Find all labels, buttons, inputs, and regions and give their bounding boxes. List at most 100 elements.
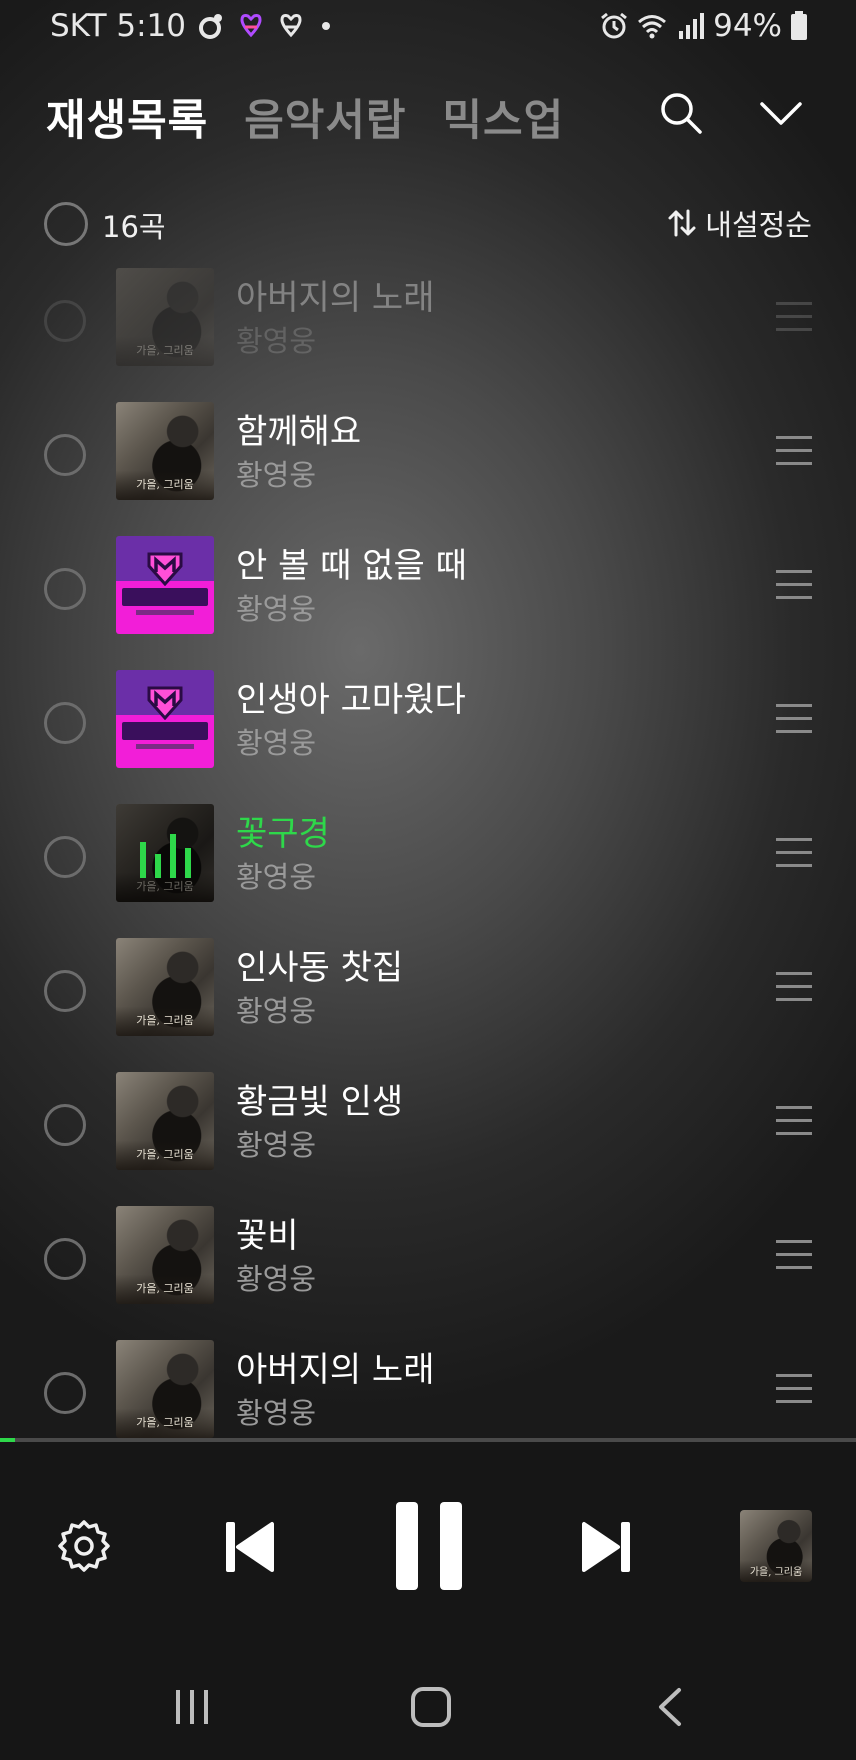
track-row[interactable]: 가을, 그리움 함께해요황영웅 [0,388,856,522]
drag-handle-icon[interactable] [776,568,812,602]
alarm-icon [601,12,628,39]
track-checkbox[interactable] [44,1238,86,1280]
track-checkbox[interactable] [44,1104,86,1146]
camera-badge-icon [199,14,223,39]
album-art [116,536,214,634]
search-icon[interactable] [658,90,704,136]
track-artist: 황영웅 [236,592,317,626]
track-artist: 황영웅 [236,860,317,894]
tab-bar: 재생목록 음악서랍 믹스업 [46,86,564,148]
carrier-time: SKT 5:10 [50,8,187,44]
track-count: 16곡 [102,210,166,244]
track-row[interactable]: 가을, 그리움 황금빛 인생 황영웅 [0,1058,856,1192]
track-row[interactable]: 인생아 고마웠다황영웅 [0,656,856,790]
album-art: 가을, 그리움 [116,402,214,500]
track-artist: 황영웅 [236,324,317,358]
track-title: 아버지의 노래 [236,278,435,318]
track-artist: 황영웅 [236,726,317,760]
album-art [116,670,214,768]
track-title: 함께해요 [236,412,362,452]
dot-icon [322,22,331,30]
status-left: SKT 5:10 [50,8,331,44]
drag-handle-icon[interactable] [776,1238,812,1272]
album-art: 가을, 그리움 [116,938,214,1036]
track-checkbox[interactable] [44,970,86,1012]
previous-icon[interactable] [224,1520,274,1574]
track-artist: 황영웅 [236,458,317,492]
album-caption: 가을, 그리움 [136,1014,194,1027]
album-caption: 가을, 그리움 [136,1416,194,1429]
track-artist: 황영웅 [236,1128,317,1162]
show-logo-subtitle-block [136,610,194,615]
tab-playlist[interactable]: 재생목록 [46,86,208,148]
track-title: 인생아 고마웠다 [236,680,466,720]
sort-button[interactable]: 내설정순 [667,202,812,244]
tab-mixup[interactable]: 믹스업 [443,86,565,148]
heart-link-icon [280,14,302,38]
album-art: 가을, 그리움 [116,1340,214,1438]
tab-music-drawer[interactable]: 음악서랍 [244,86,406,148]
show-logo-text-block [122,588,208,606]
track-list: 가을, 그리움 아버지의 노래 황영웅 가을, 그리움 함께해요 황영웅 안 볼 때 없을 … [0,268,856,1440]
select-all-checkbox[interactable] [44,202,88,246]
heart-link-icon [240,14,262,38]
list-header: 16곡 내설정순 [44,200,812,248]
track-title: 꽃구경 [236,814,330,854]
drag-handle-icon[interactable] [776,970,812,1004]
album-caption: 가을, 그리움 [136,1148,194,1161]
sort-icon [668,209,696,237]
track-checkbox[interactable] [44,300,86,342]
album-thumbnail[interactable]: 가을, 그리움 [740,1510,812,1582]
player-controls: 가을, 그리움 [0,1442,856,1642]
drag-handle-icon[interactable] [776,300,812,334]
status-bar: SKT 5:10 94% [0,0,856,56]
album-caption: 가을, 그리움 [136,344,194,357]
drag-handle-icon[interactable] [776,1104,812,1138]
track-artist: 황영웅 [236,1262,317,1296]
home-icon[interactable] [410,1686,452,1728]
equalizer-icon [140,834,191,878]
wifi-icon [638,15,667,39]
battery-icon [791,11,807,40]
album-caption: 가을, 그리움 [136,1282,194,1295]
drag-handle-icon[interactable] [776,434,812,468]
drag-handle-icon[interactable] [776,702,812,736]
track-row[interactable]: 가을, 그리움 아버지의 노래황영웅 [0,268,856,388]
track-title: 꽃비 [236,1216,299,1256]
drag-handle-icon[interactable] [776,836,812,870]
track-row[interactable]: 가을, 그리움 꽃구경 황영웅 [0,790,856,924]
track-checkbox[interactable] [44,702,86,744]
track-row[interactable]: 가을, 그리움 꽃비황영웅 [0,1192,856,1326]
track-title: 아버지의 노래 [236,1350,435,1390]
track-checkbox[interactable] [44,836,86,878]
back-icon[interactable] [656,1686,684,1728]
track-row[interactable]: 가을, 그리움 아버지의 노래 황영웅 [0,1326,856,1440]
track-checkbox[interactable] [44,434,86,476]
album-art: 가을, 그리움 [116,1206,214,1304]
pause-icon[interactable] [394,1500,464,1592]
track-checkbox[interactable] [44,568,86,610]
track-title: 안 볼 때 없을 때 [236,546,467,586]
show-logo-subtitle-block [136,744,194,749]
show-logo-icon [147,686,183,720]
album-art: 가을, 그리움 [116,268,214,366]
system-navigation-bar [0,1642,856,1760]
show-logo-icon [147,552,183,586]
battery-percent: 94% [713,8,782,44]
track-row[interactable]: 안 볼 때 없을 때황영웅 [0,522,856,656]
track-artist: 황영웅 [236,994,317,1028]
recent-apps-icon[interactable] [172,1688,212,1726]
album-caption: 가을, 그리움 [136,478,194,491]
chevron-down-icon[interactable] [758,90,804,136]
track-title: 인사동 찻집 [236,948,404,988]
show-logo-text-block [122,722,208,740]
track-row[interactable]: 가을, 그리움 인사동 찻집황영웅 [0,924,856,1058]
album-caption: 가을, 그리움 [749,1567,803,1578]
track-checkbox[interactable] [44,1372,86,1414]
album-art: 가을, 그리움 [116,1072,214,1170]
sort-label: 내설정순 [705,208,812,242]
status-right: 94% [599,8,808,44]
settings-icon[interactable] [58,1520,110,1572]
next-icon[interactable] [582,1520,632,1574]
drag-handle-icon[interactable] [776,1372,812,1406]
